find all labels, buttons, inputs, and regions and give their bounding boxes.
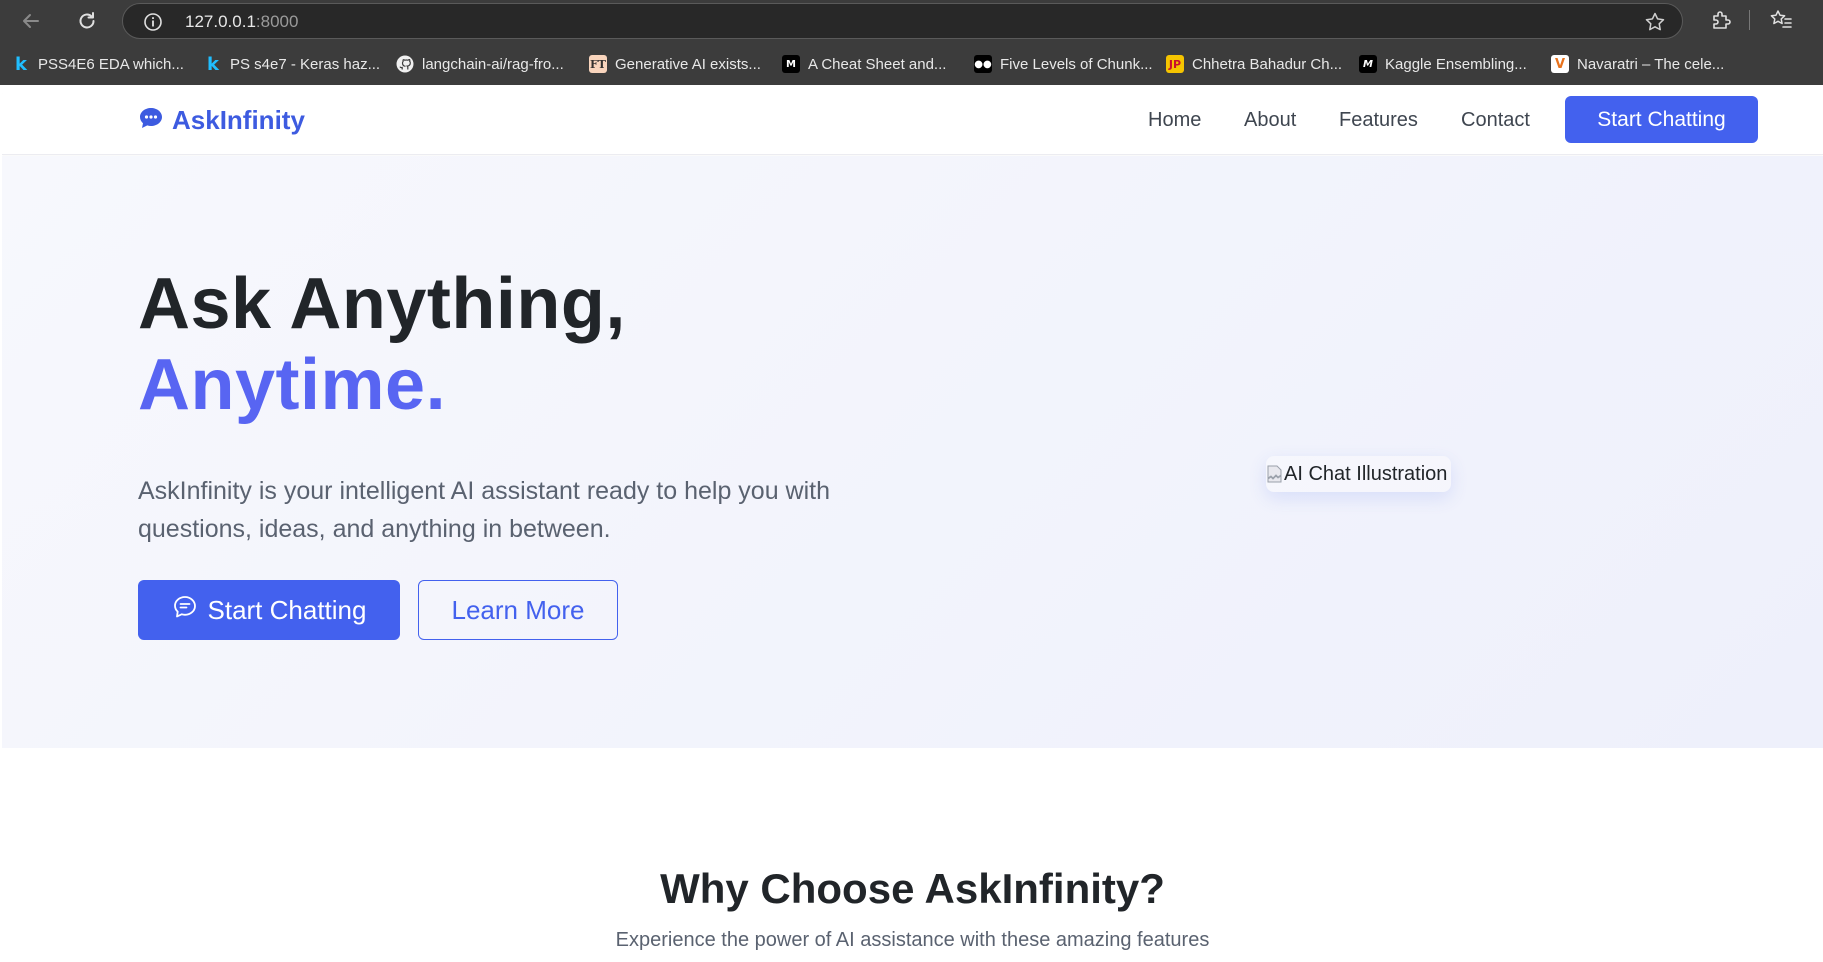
illustration-alt-text: AI Chat Illustration [1284,462,1448,485]
bookmark-label: Five Levels of Chunk... [1000,55,1153,73]
bookmark-label: langchain-ai/rag-fro... [422,55,564,73]
address-bar[interactable]: 127.0.0.1:8000 [122,3,1683,39]
nav-link-home[interactable]: Home [1148,109,1201,132]
hero-start-chatting-button[interactable]: Start Chatting [138,580,400,640]
bookmark-item[interactable]: V Navaratri – The cele... [1551,54,1724,74]
browser-toolbar: 127.0.0.1:8000 [0,0,1823,42]
jp-icon: JP [1166,55,1184,73]
chat-bubble-icon [138,106,164,135]
bookmark-item[interactable]: FT Generative AI exists... [589,54,761,74]
bookmark-label: Chhetra Bahadur Ch... [1192,55,1343,73]
brand-logo[interactable]: AskInfinity [138,105,305,135]
nav-start-chatting-button[interactable]: Start Chatting [1565,96,1758,143]
bookmark-item[interactable]: k PSS4E6 EDA which... [12,53,184,75]
bookmark-item[interactable]: ●● Five Levels of Chunk... [974,54,1153,74]
nav-link-about[interactable]: About [1244,109,1296,132]
kaggle-icon: k [15,53,27,75]
brand-name: AskInfinity [172,104,305,135]
kaggle-icon: k [207,53,219,75]
chat-icon [172,594,198,627]
back-icon[interactable] [16,6,46,36]
url-port: :8000 [255,12,299,31]
reload-icon[interactable] [72,6,102,36]
medium-icon: ●● [974,55,992,73]
medium-icon: M [782,55,800,73]
url-text: 127.0.0.1:8000 [185,12,298,32]
nav-link-features[interactable]: Features [1339,109,1418,132]
bookmark-item[interactable]: JP Chhetra Bahadur Ch... [1166,54,1342,74]
hero-section: Ask Anything, Anytime. AskInfinity is yo… [2,156,1823,748]
hero-illustration: AI Chat Illustration [1266,456,1452,492]
ft-icon: FT [589,55,607,73]
bookmark-item[interactable]: M Kaggle Ensembling... [1359,54,1527,74]
bookmark-label: PSS4E6 EDA which... [38,55,184,73]
hero-title: Ask Anything, [138,264,626,344]
hero-description: AskInfinity is your intelligent AI assis… [138,477,831,543]
bookmark-item[interactable]: langchain-ai/rag-fro... [396,54,564,74]
bookmark-item[interactable]: k PS s4e7 - Keras haz... [204,53,381,75]
vedic-icon: V [1551,55,1569,73]
bookmark-label: Navaratri – The cele... [1577,55,1725,73]
bookmark-label: A Cheat Sheet and... [808,55,947,73]
nav-link-contact[interactable]: Contact [1461,109,1530,132]
bookmark-item[interactable]: M A Cheat Sheet and... [782,54,946,74]
bookmark-label: Kaggle Ensembling... [1385,55,1527,73]
bookmark-star-icon[interactable] [1644,11,1666,33]
hero-start-chatting-label: Start Chatting [207,594,367,625]
site-info-icon[interactable] [143,12,163,32]
site-navbar: AskInfinity Home About Features Contact … [2,85,1823,155]
bookmarks-bar: k PSS4E6 EDA which... k PS s4e7 - Keras … [0,42,1823,85]
page-viewport: AskInfinity Home About Features Contact … [2,85,1823,962]
features-subtitle: Experience the power of AI assistance wi… [615,929,1210,951]
toolbar-divider [1749,10,1750,30]
bookmark-label: Generative AI exists... [615,55,761,73]
favorites-icon[interactable] [1768,7,1794,33]
broken-image-icon [1266,464,1284,484]
bookmark-label: PS s4e7 - Keras haz... [230,55,381,73]
features-title: Why Choose AskInfinity? [660,865,1165,912]
learn-more-button[interactable]: Learn More [418,580,618,640]
ml-icon: M [1359,55,1377,73]
github-icon [396,55,414,73]
extensions-icon[interactable] [1708,7,1734,33]
hero-title-accent: Anytime. [138,345,447,425]
url-host: 127.0.0.1 [185,12,256,31]
